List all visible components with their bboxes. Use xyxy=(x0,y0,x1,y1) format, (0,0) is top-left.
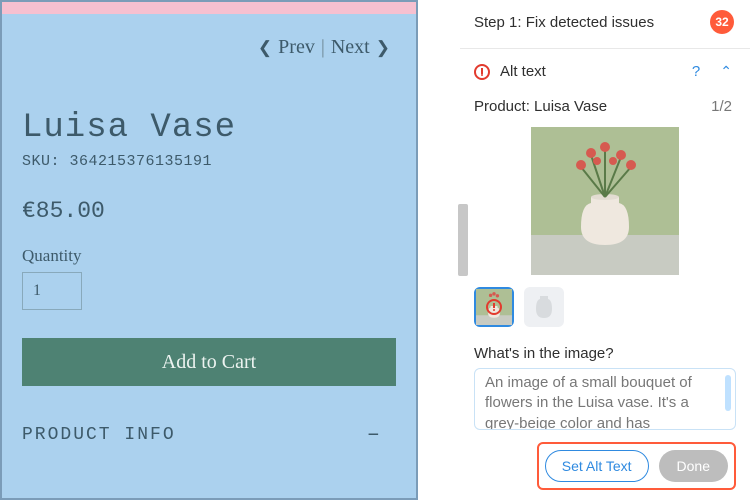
pager: ❮ Prev | Next ❯ xyxy=(2,14,416,69)
image-counter: 1/2 xyxy=(711,98,732,115)
product-label: Product: Luisa Vase xyxy=(474,98,607,115)
help-icon[interactable]: ? xyxy=(692,63,700,80)
product-sku: SKU: 364215376135191 xyxy=(22,153,396,170)
alt-text-value: An image of a small bouquet of flowers i… xyxy=(485,374,692,430)
product-price: €85.00 xyxy=(22,198,396,224)
accordion-title: PRODUCT INFO xyxy=(22,425,176,445)
done-button[interactable]: Done xyxy=(659,450,728,482)
chevron-right-icon[interactable]: ❯ xyxy=(376,38,390,58)
thumbnail-1[interactable] xyxy=(474,287,514,327)
scrollbar-thumb[interactable] xyxy=(458,204,468,276)
pager-separator: | xyxy=(321,36,325,59)
issue-count-badge: 32 xyxy=(710,10,734,34)
add-to-cart-button[interactable]: Add to Cart xyxy=(22,338,396,386)
product-image xyxy=(531,127,679,275)
thumbnail-2[interactable] xyxy=(524,287,564,327)
product-info-accordion[interactable]: PRODUCT INFO – xyxy=(22,422,396,447)
alt-text-prompt: What's in the image? xyxy=(460,327,750,366)
section-title: Alt text xyxy=(500,63,682,80)
minus-icon: – xyxy=(367,422,382,447)
next-link[interactable]: Next xyxy=(331,36,370,59)
chevron-up-icon[interactable]: ⌃ xyxy=(720,63,732,80)
accessibility-panel: Step 1: Fix detected issues 32 Alt text … xyxy=(460,0,750,500)
thumbnail-strip xyxy=(460,275,750,327)
step-title: Step 1: Fix detected issues xyxy=(474,14,654,31)
quantity-input[interactable] xyxy=(22,272,82,310)
product-preview-pane: ❮ Prev | Next ❯ Luisa Vase SKU: 36421537… xyxy=(0,0,418,500)
step-header: Step 1: Fix detected issues 32 xyxy=(460,0,750,49)
warning-icon xyxy=(486,299,502,315)
chevron-left-icon[interactable]: ❮ xyxy=(258,38,272,58)
prev-link[interactable]: Prev xyxy=(278,36,315,59)
warning-icon xyxy=(474,64,490,80)
section-header[interactable]: Alt text ? ⌃ xyxy=(460,49,750,84)
textarea-scrollbar[interactable] xyxy=(725,375,731,411)
action-buttons-highlight: Set Alt Text Done xyxy=(537,442,736,490)
vase-icon xyxy=(535,294,553,320)
gap xyxy=(418,0,460,500)
product-title: Luisa Vase xyxy=(22,109,396,147)
alt-text-input[interactable]: An image of a small bouquet of flowers i… xyxy=(474,368,736,430)
quantity-label: Quantity xyxy=(22,246,396,266)
set-alt-text-button[interactable]: Set Alt Text xyxy=(545,450,649,482)
top-strip xyxy=(2,2,416,14)
product-row: Product: Luisa Vase 1/2 xyxy=(460,84,750,121)
